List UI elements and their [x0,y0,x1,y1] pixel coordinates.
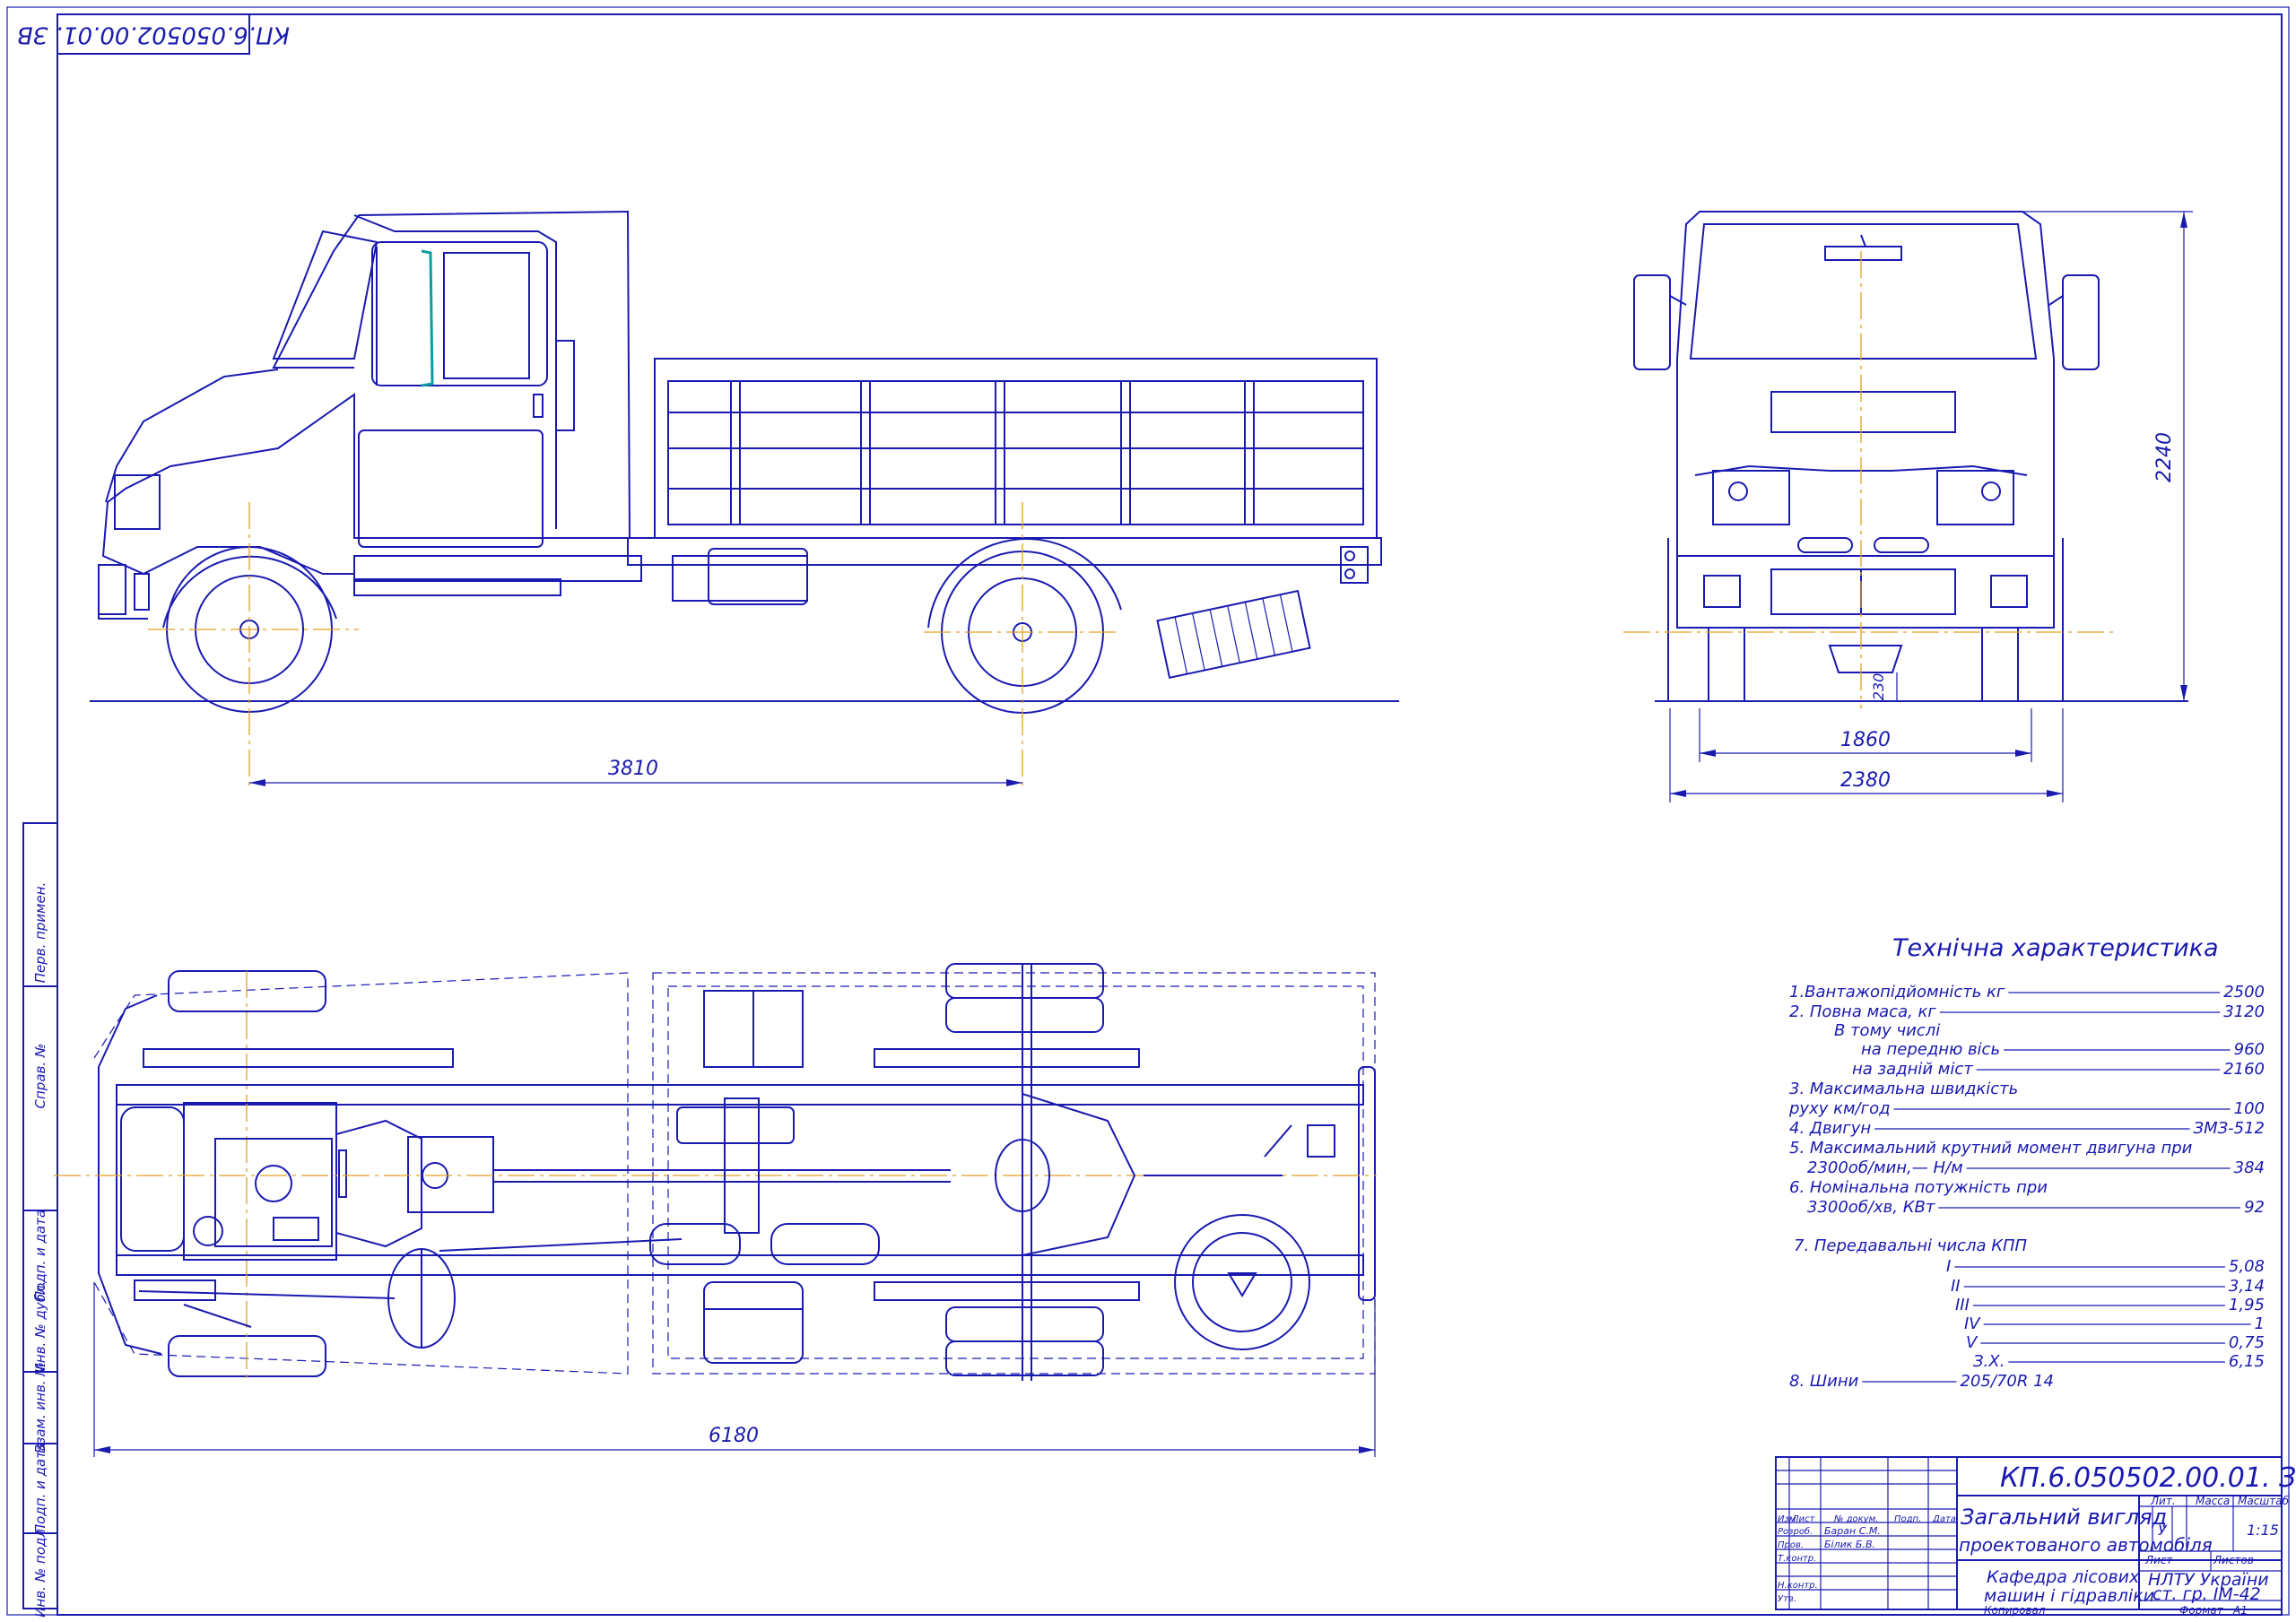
spec-label: I [1946,1257,1951,1276]
spec-value: 3,14 [2229,1277,2265,1296]
org-line-2: машин і гідравліки [1984,1586,2154,1606]
format-label: Формат [2179,1604,2224,1617]
rotated-code-text: КП.6.050502.00.01. ЗВ [17,22,290,48]
mass-label: Масса [2196,1495,2230,1507]
spec-value: ЗМЗ-512 [2194,1119,2265,1138]
title-code: КП.6.050502.00.01. ЗВ [2000,1462,2296,1494]
truck-front-view [1623,211,2188,708]
spec-value: 0,75 [2229,1333,2265,1352]
spec-label: 3300об/хв, КВт [1807,1198,1935,1217]
technical-drawing: КП.6.050502.00.01. ЗВ Перв. примен. Спра… [6,6,2296,1618]
height-label: 2240 [2153,432,2176,482]
side-strip-label: Взам. инв. № [32,1362,48,1453]
truck-side-view [90,210,1399,789]
spec-lines: 1.Вантажопідйомність кг 2500 2. Повна маса… [1788,983,2265,1391]
spec-label: 2300об/мин,— Н/м [1807,1158,1963,1177]
col-header: № докум. [1833,1514,1878,1524]
dimension-clearance: 230 [1870,672,1898,701]
spec-label: 2. Повна маса, кг [1789,1002,1936,1021]
spec-label: II [1951,1277,1961,1296]
scale-value: 1:15 [2247,1522,2279,1539]
spec-label: 7. Передавальні числа КПП [1794,1236,2028,1255]
copied-label: Копировал [1984,1604,2046,1617]
lit-label: Лит. [2150,1495,2176,1507]
side-strip-label: Подп. и дата [32,1443,48,1534]
spec-value: 205/70R 14 [1961,1372,2054,1391]
col-header: Лист [1791,1514,1816,1524]
side-strip: Перв. примен. Справ. № Подп. и дата Инв.… [22,822,58,1618]
overall-width-label: 2380 [1840,769,1891,792]
spec-label: 5. Максимальний крутний момент двигуна п… [1789,1139,2193,1158]
spec-label: на задній міст [1852,1060,1973,1079]
specs-title: Технічна характеристика [1892,934,2219,962]
role-label: Утв. [1778,1594,1796,1604]
spec-label: 1.Вантажопідйомність кг [1789,983,2005,1002]
spec-value: 5,08 [2229,1257,2265,1276]
truck-top-view [54,963,1377,1381]
spec-label: на передню вісь [1861,1040,2000,1059]
side-strip-label: Перв. примен. [32,882,48,984]
clearance-label: 230 [1870,673,1887,701]
role-label: Розроб. [1778,1526,1813,1537]
spec-value: 960 [2234,1040,2265,1059]
spec-value: 100 [2234,1099,2265,1118]
spec-value: 384 [2234,1158,2265,1177]
role-label: Пров. [1778,1540,1804,1550]
spec-label: V [1966,1333,1979,1352]
tech-specs: Технічна характеристика 1.Вантажопідйомн… [1788,934,2265,1391]
spec-value: 2160 [2223,1060,2265,1079]
org-line-1: Кафедра лісових [1987,1567,2140,1587]
side-strip-label: Справ. № [32,1044,48,1109]
spec-value: 1,95 [2229,1296,2265,1314]
spec-value: 92 [2244,1198,2265,1217]
title-name-2: проектованого автомобіля [1959,1534,2213,1556]
author-name: Баран С.М. [1824,1525,1881,1537]
spec-label: 8. Шини [1789,1372,1859,1391]
uni-line-2: ст. гр. ІМ-42 [2152,1584,2261,1604]
spec-label: руху км/год [1788,1099,1891,1118]
sheets-label: Листов [2213,1554,2254,1566]
role-label: Н.контр. [1778,1581,1818,1591]
spec-value: 1 [2255,1314,2265,1333]
spec-label: 6. Номінальна потужність при [1789,1178,2048,1197]
spec-value: 2500 [2223,983,2265,1002]
spec-label: IV [1964,1314,1981,1333]
track-label: 1860 [1840,729,1891,751]
checker-name: Білик Б.В. [1824,1539,1875,1550]
title-name-1: Загальний вигляд [1961,1505,2167,1530]
spec-label: 3. Максимальна швидкість [1789,1080,2018,1098]
dimension-wheelbase: 3810 [249,758,1022,786]
dimension-overall-width: 2380 [1669,708,2064,802]
col-header: Дата [1932,1514,1956,1524]
spec-label: 4. Двигун [1789,1119,1871,1138]
rotated-code-stamp: КП.6.050502.00.01. ЗВ [17,13,290,55]
format-value: А1 [2232,1604,2248,1617]
sheet-label: Лист [2144,1554,2173,1566]
role-label: Т.контр. [1778,1554,1816,1564]
dimension-track: 1860 [1699,708,2032,762]
title-block: КП.6.050502.00.01. ЗВ Загальний вигляд п… [1775,1456,2296,1617]
col-header: Подп. [1894,1514,1921,1524]
overall-length-label: 6180 [709,1425,759,1447]
side-strip-label: Инв. № подл. [32,1524,48,1617]
spec-value: 3120 [2223,1002,2265,1021]
scale-label: Масштаб [2238,1495,2290,1507]
spec-label: В тому числі [1834,1021,1940,1040]
side-strip-label: Инв. № дубл. [32,1281,48,1374]
wheelbase-label: 3810 [608,758,658,780]
lit-value: У [2158,1522,2168,1539]
spec-label: З.Х. [1973,1352,2005,1371]
spec-label: III [1955,1296,1970,1314]
spec-value: 6,15 [2229,1352,2265,1371]
